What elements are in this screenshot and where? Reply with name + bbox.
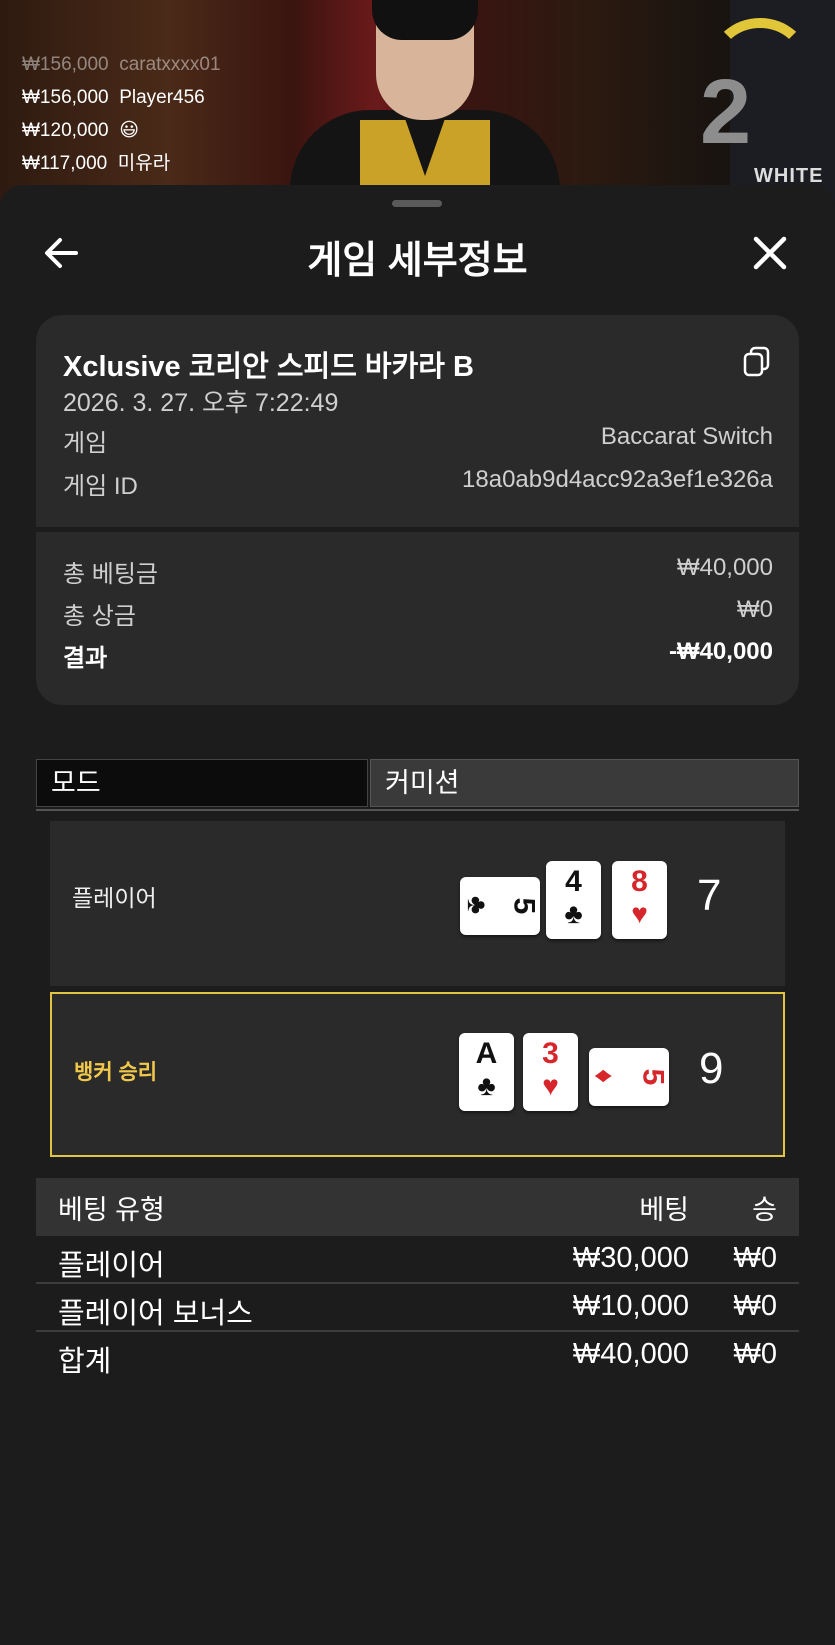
table-row-total: 합계 ₩40,000 ₩0 (36, 1332, 799, 1378)
header-bet: 베팅 (639, 1195, 689, 1225)
result-label: 결과 (63, 645, 108, 672)
table-row: 플레이어 보너스 ₩10,000 ₩0 (36, 1284, 799, 1332)
bet-type-cell: 합계 (58, 1346, 112, 1378)
divider (36, 527, 799, 532)
bet-amount-cell: ₩10,000 (572, 1290, 689, 1322)
bets-table: 베팅 유형 베팅 승 플레이어 ₩30,000 ₩0 플레이어 보너스 ₩10,… (36, 1178, 799, 1378)
total-bet-label: 총 베팅금 (63, 561, 158, 588)
result-value: -₩40,000 (668, 638, 773, 665)
page-title: 게임 세부정보 (307, 240, 528, 282)
game-summary-card: Xclusive 코리안 스피드 바카라 B 2026. 3. 27. 오후 7… (36, 315, 799, 705)
banker-hand: 뱅커 승리 A ♣ 3 ♥ 5 ♦ 9 (50, 992, 785, 1157)
total-win-label: 총 상금 (63, 603, 136, 630)
win-feed-item: ₩120,000 😃 (22, 120, 139, 141)
total-win-value: ₩0 (737, 596, 773, 623)
banker-win-label: 뱅커 승리 (74, 1061, 158, 1084)
result-row: 결과 -₩40,000 (63, 638, 773, 673)
game-label: 게임 (63, 430, 108, 457)
close-icon[interactable] (748, 231, 792, 275)
sheet-drag-handle[interactable] (392, 200, 442, 207)
playing-card: 5 ♦ (589, 1048, 670, 1106)
bet-amount-cell: ₩40,000 (572, 1338, 689, 1370)
win-amount-cell: ₩0 (733, 1242, 778, 1274)
win-amount-cell: ₩0 (733, 1338, 778, 1370)
game-name: Xclusive 코리안 스피드 바카라 B (63, 351, 474, 383)
playing-card: A ♣ (459, 1033, 514, 1111)
table-header: 베팅 유형 베팅 승 (36, 1178, 799, 1236)
win-amount-cell: ₩0 (733, 1290, 778, 1322)
win-feed-item: ₩117,000 미유라 (22, 153, 171, 174)
player-score: 7 (697, 871, 722, 920)
game-id-value: 18a0ab9d4acc92a3ef1e326a (462, 466, 773, 493)
total-win-row: 총 상금 ₩0 (63, 596, 773, 631)
dealer-figure (290, 0, 560, 200)
game-value: Baccarat Switch (600, 423, 773, 450)
game-row: 게임 Baccarat Switch (63, 423, 773, 458)
tab-bar: 모드 커미션 (36, 759, 799, 811)
player-hand: 플레이어 5 ♣ 4 ♣ 8 ♥ 7 (50, 821, 785, 986)
bet-amount-cell: ₩30,000 (572, 1242, 689, 1274)
round-number: 2 (700, 61, 752, 163)
game-details-sheet: 게임 세부정보 Xclusive 코리안 스피드 바카라 B 2026. 3. … (0, 185, 835, 1645)
header-win: 승 (752, 1195, 777, 1225)
live-stream-background: 2 WHITE ₩156,000 caratxxxx01 ₩156,000 Pl… (0, 0, 835, 200)
banker-score: 9 (699, 1044, 724, 1093)
table-row: 플레이어 ₩30,000 ₩0 (36, 1236, 799, 1284)
tab-commission[interactable]: 커미션 (370, 759, 799, 807)
win-feed-item: ₩156,000 caratxxxx01 (22, 54, 221, 75)
game-id-row: 게임 ID 18a0ab9d4acc92a3ef1e326a (63, 466, 773, 501)
total-bet-value: ₩40,000 (676, 554, 773, 581)
bet-type-cell: 플레이어 (58, 1250, 165, 1282)
header-bet-type: 베팅 유형 (58, 1195, 165, 1225)
copy-icon[interactable] (742, 345, 772, 377)
stream-screen: 2 WHITE (700, 0, 835, 200)
playing-card: 4 ♣ (546, 861, 601, 939)
playing-card: 5 ♣ (460, 877, 541, 935)
bet-type-cell: 플레이어 보너스 (58, 1298, 253, 1330)
playing-card: 3 ♥ (523, 1033, 578, 1111)
tab-mode[interactable]: 모드 (36, 759, 368, 807)
total-bet-row: 총 베팅금 ₩40,000 (63, 554, 773, 589)
player-label: 플레이어 (72, 885, 157, 911)
game-datetime: 2026. 3. 27. 오후 7:22:49 (63, 389, 339, 417)
win-feed: ₩156,000 caratxxxx01 ₩156,000 Player456 … (22, 48, 221, 180)
game-id-label: 게임 ID (63, 473, 138, 500)
playing-card: 8 ♥ (612, 861, 667, 939)
win-feed-item: ₩156,000 Player456 (22, 87, 205, 108)
